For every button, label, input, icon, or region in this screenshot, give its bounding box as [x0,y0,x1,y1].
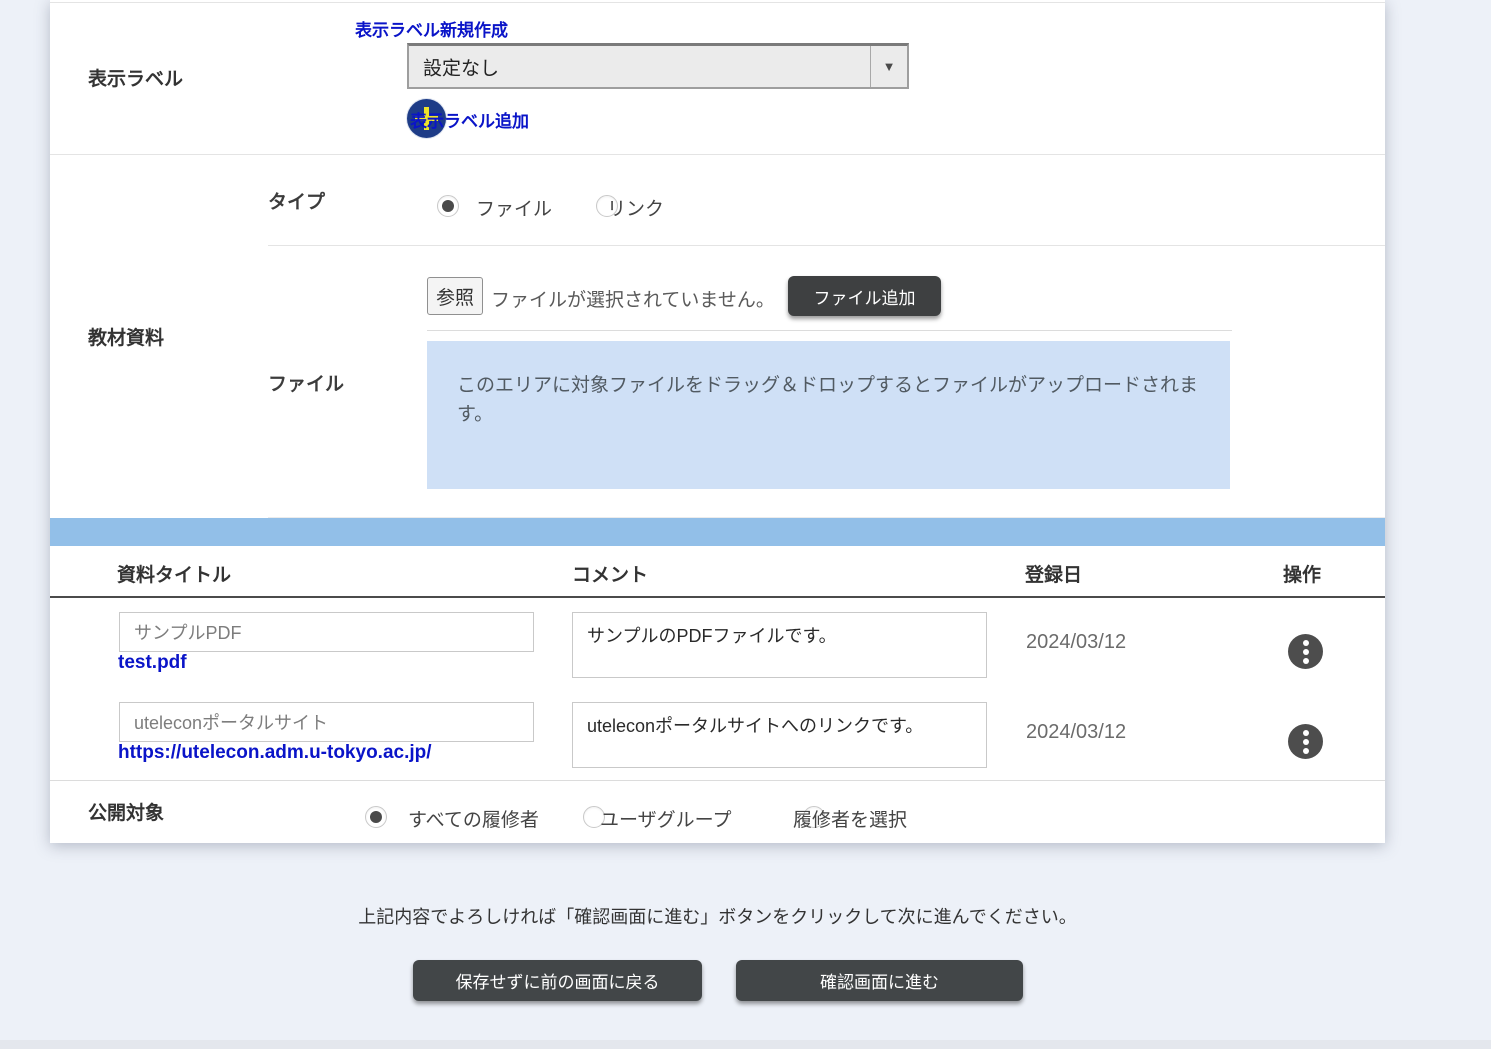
divider [50,154,1385,155]
proceed-button[interactable]: 確認画面に進む [736,960,1023,1001]
page: 表示ラベル 表示ラベル新規作成 設定なし ▼ 表示ラベル追加 教材資料 タイプ … [0,0,1491,1049]
material-comment-input[interactable]: uteleconポータルサイトへのリンクです。 [572,702,987,768]
radio-audience-select-label: 履修者を選択 [793,805,907,832]
display-label-select[interactable]: 設定なし ▼ [407,43,909,89]
section-separator-bar [50,518,1385,546]
material-title-input[interactable] [119,612,534,652]
col-header-date: 登録日 [1025,560,1082,587]
divider [268,245,1385,246]
create-display-label-link[interactable]: 表示ラベル新規作成 [355,16,508,41]
kebab-menu-icon[interactable] [1288,634,1323,669]
radio-audience-all-label: すべての履修者 [408,805,539,832]
radio-audience-usergroup-label: ユーザグループ [600,805,731,832]
material-comment-input[interactable]: サンプルのPDFファイルです。 [572,612,987,678]
material-row-label: 教材資料 [88,323,164,350]
divider [427,330,1232,331]
audience-row-label: 公開対象 [88,798,164,825]
material-file-link[interactable]: test.pdf [118,652,187,674]
col-header-action: 操作 [1283,560,1321,587]
file-sub-label: ファイル [268,369,344,396]
radio-type-file[interactable] [437,195,459,217]
display-label-select-value: 設定なし [423,53,499,80]
back-button[interactable]: 保存せずに前の画面に戻る [413,960,702,1001]
radio-type-link-label: リンク [607,194,664,221]
kebab-menu-icon[interactable] [1288,724,1323,759]
col-header-comment: コメント [572,560,648,587]
divider [50,780,1385,781]
file-dropzone[interactable]: このエリアに対象ファイルをドラッグ＆ドロップするとファイルがアップロードされます… [427,341,1230,489]
material-url-link[interactable]: https://utelecon.adm.u-tokyo.ac.jp/ [118,742,432,764]
material-date: 2024/03/12 [1026,631,1126,654]
chevron-down-icon: ▼ [883,59,896,74]
instruction-text: 上記内容でよろしければ「確認画面に進む」ボタンをクリックして次に進んでください。 [50,903,1385,929]
no-file-selected-text: ファイルが選択されていません。 [491,285,775,312]
material-date: 2024/03/12 [1026,721,1126,744]
header-divider [50,596,1385,598]
radio-audience-all[interactable] [365,806,387,828]
col-header-title: 資料タイトル [117,560,231,587]
divider [50,2,1385,3]
type-sub-label: タイプ [268,187,325,214]
add-file-button[interactable]: ファイル追加 [788,276,941,316]
browse-button[interactable]: 参照 [427,277,483,315]
add-display-label-link[interactable]: 表示ラベル追加 [410,107,529,132]
radio-type-file-label: ファイル [476,194,552,221]
display-label-row-label: 表示ラベル [88,64,183,91]
materials-table: 資料タイトル コメント 登録日 操作 test.pdf サンプルのPDFファイル… [50,546,1385,843]
bottom-strip [0,1040,1491,1049]
material-title-input[interactable] [119,702,534,742]
select-arrow-box[interactable]: ▼ [870,46,907,87]
